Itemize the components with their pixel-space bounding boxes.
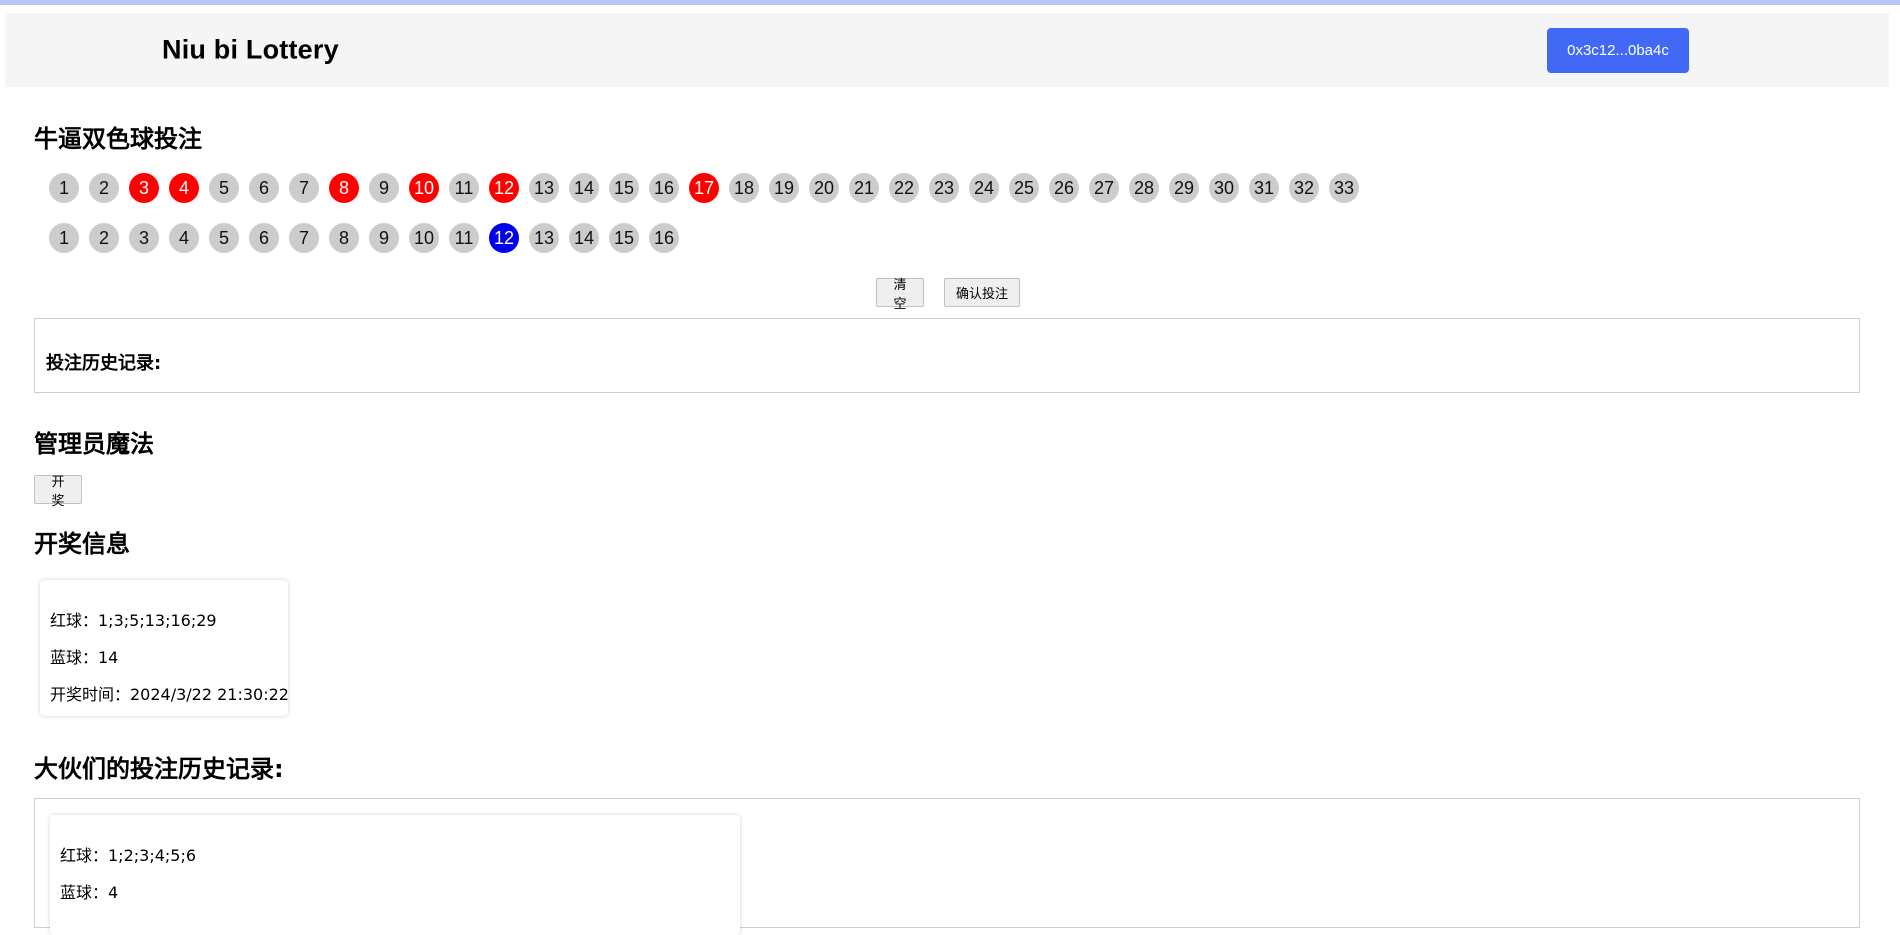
blue-ball-11[interactable]: 11 [449, 223, 479, 253]
red-ball-22[interactable]: 22 [889, 173, 919, 203]
draw-info-card: 红球：1;3;5;13;16;29 蓝球：14 开奖时间：2024/3/22 2… [40, 580, 289, 716]
clear-button[interactable]: 清空 [876, 278, 924, 312]
blue-ball-10[interactable]: 10 [409, 223, 439, 253]
public-history-box: 红球：1;2;3;4;5;6 蓝球：4 [34, 798, 1860, 935]
blue-ball-4[interactable]: 4 [169, 223, 199, 253]
blue-ball-7[interactable]: 7 [289, 223, 319, 253]
blue-ball-3[interactable]: 3 [129, 223, 159, 253]
public-history-title: 大伙们的投注历史记录: [34, 755, 284, 783]
window-top-strip [0, 0, 1900, 5]
red-ball-9[interactable]: 9 [369, 173, 399, 203]
red-ball-17[interactable]: 17 [689, 173, 719, 203]
red-ball-20[interactable]: 20 [809, 173, 839, 203]
betting-title: 牛逼双色球投注 [34, 125, 202, 153]
red-ball-12[interactable]: 12 [489, 173, 519, 203]
red-ball-29[interactable]: 29 [1169, 173, 1199, 203]
blue-ball-16[interactable]: 16 [649, 223, 679, 253]
app-header: Niu bi Lottery 0x3c12...0ba4c [5, 13, 1889, 87]
blue-ball-15[interactable]: 15 [609, 223, 639, 253]
blue-ball-8[interactable]: 8 [329, 223, 359, 253]
public-history-entry: 红球：1;2;3;4;5;6 蓝球：4 [50, 815, 740, 935]
my-bet-history-box: 投注历史记录: [34, 318, 1860, 393]
red-ball-15[interactable]: 15 [609, 173, 639, 203]
red-ball-24[interactable]: 24 [969, 173, 999, 203]
red-ball-1[interactable]: 1 [49, 173, 79, 203]
blue-ball-2[interactable]: 2 [89, 223, 119, 253]
draw-time: 开奖时间：2024/3/22 21:30:22 [50, 685, 289, 704]
red-ball-27[interactable]: 27 [1089, 173, 1119, 203]
red-ball-10[interactable]: 10 [409, 173, 439, 203]
red-ball-18[interactable]: 18 [729, 173, 759, 203]
blue-ball-row: 1 2 3 4 5 6 7 8 9 10 11 12 13 14 15 16 [49, 223, 679, 253]
confirm-bet-button[interactable]: 确认投注 [944, 278, 1020, 307]
red-ball-4[interactable]: 4 [169, 173, 199, 203]
blue-ball-12[interactable]: 12 [489, 223, 519, 253]
blue-ball-14[interactable]: 14 [569, 223, 599, 253]
app-title: Niu bi Lottery [162, 34, 339, 65]
draw-button[interactable]: 开奖 [34, 475, 82, 509]
red-ball-26[interactable]: 26 [1049, 173, 1079, 203]
entry-red-balls: 红球：1;2;3;4;5;6 [60, 846, 197, 865]
red-ball-28[interactable]: 28 [1129, 173, 1159, 203]
red-ball-8[interactable]: 8 [329, 173, 359, 203]
entry-blue-ball: 蓝球：4 [60, 883, 119, 902]
red-ball-19[interactable]: 19 [769, 173, 799, 203]
red-ball-21[interactable]: 21 [849, 173, 879, 203]
blue-ball-9[interactable]: 9 [369, 223, 399, 253]
blue-ball-1[interactable]: 1 [49, 223, 79, 253]
red-ball-3[interactable]: 3 [129, 173, 159, 203]
red-ball-33[interactable]: 33 [1329, 173, 1359, 203]
red-ball-23[interactable]: 23 [929, 173, 959, 203]
red-ball-25[interactable]: 25 [1009, 173, 1039, 203]
red-ball-32[interactable]: 32 [1289, 173, 1319, 203]
red-ball-13[interactable]: 13 [529, 173, 559, 203]
blue-ball-5[interactable]: 5 [209, 223, 239, 253]
red-ball-row: 1 2 3 4 5 6 7 8 9 10 11 12 13 14 15 16 17 18 19 20 21 22 23 24 2… [49, 173, 1359, 203]
draw-info-title: 开奖信息 [34, 530, 130, 558]
red-ball-7[interactable]: 7 [289, 173, 319, 203]
red-ball-6[interactable]: 6 [249, 173, 279, 203]
wallet-address-button[interactable]: 0x3c12...0ba4c [1547, 28, 1689, 73]
red-ball-11[interactable]: 11 [449, 173, 479, 203]
red-ball-30[interactable]: 30 [1209, 173, 1239, 203]
admin-title: 管理员魔法 [34, 430, 154, 458]
blue-ball-6[interactable]: 6 [249, 223, 279, 253]
red-ball-31[interactable]: 31 [1249, 173, 1279, 203]
red-ball-2[interactable]: 2 [89, 173, 119, 203]
blue-ball-13[interactable]: 13 [529, 223, 559, 253]
draw-blue-ball: 蓝球：14 [50, 648, 119, 667]
red-ball-5[interactable]: 5 [209, 173, 239, 203]
draw-red-balls: 红球：1;3;5;13;16;29 [50, 611, 217, 630]
red-ball-16[interactable]: 16 [649, 173, 679, 203]
red-ball-14[interactable]: 14 [569, 173, 599, 203]
my-bet-history-label: 投注历史记录: [46, 353, 162, 374]
